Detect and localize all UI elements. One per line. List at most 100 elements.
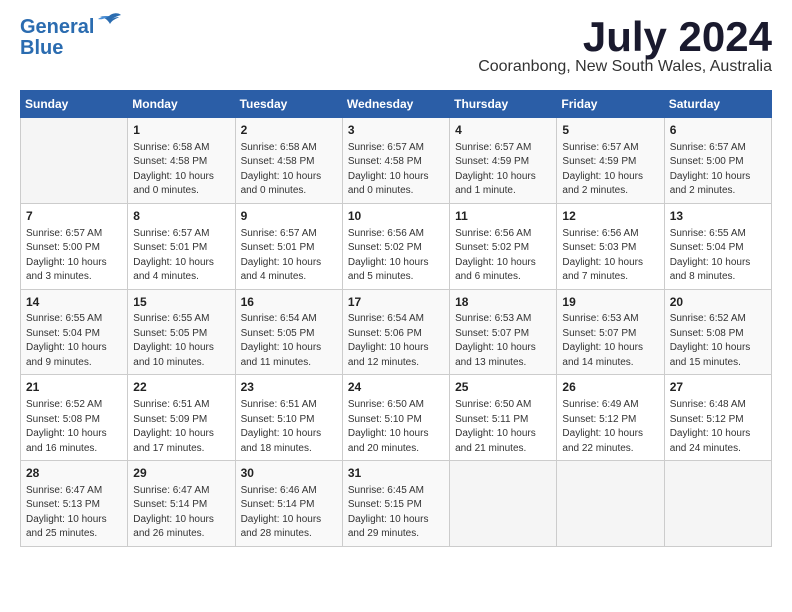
calendar-cell: 24Sunrise: 6:50 AMSunset: 5:10 PMDayligh…: [342, 375, 449, 461]
header-thursday: Thursday: [450, 91, 557, 118]
calendar-cell: [557, 461, 664, 547]
day-number: 11: [455, 208, 551, 225]
calendar-week-3: 14Sunrise: 6:55 AMSunset: 5:04 PMDayligh…: [21, 289, 772, 375]
day-info: Sunrise: 6:45 AMSunset: 5:15 PMDaylight:…: [348, 484, 444, 542]
day-number: 25: [455, 379, 551, 396]
location-title: Cooranbong, New South Wales, Australia: [478, 58, 772, 76]
header-saturday: Saturday: [664, 91, 771, 118]
day-number: 3: [348, 122, 444, 139]
day-number: 20: [670, 294, 766, 311]
day-number: 26: [562, 379, 658, 396]
calendar-table: SundayMondayTuesdayWednesdayThursdayFrid…: [20, 90, 772, 547]
header-monday: Monday: [128, 91, 235, 118]
day-info: Sunrise: 6:50 AMSunset: 5:10 PMDaylight:…: [348, 398, 444, 456]
calendar-cell: 13 Sunrise: 6:55 AMSunset: 5:04 PMDayligh…: [664, 203, 771, 289]
header-sunday: Sunday: [21, 91, 128, 118]
day-info: Sunrise: 6:52 AMSunset: 5:08 PMDaylight:…: [670, 312, 766, 370]
day-info: Sunrise: 6:47 AMSunset: 5:14 PMDaylight:…: [133, 484, 229, 542]
day-info: Sunrise: 6:57 AMSunset: 4:59 PMDaylight:…: [455, 141, 551, 199]
day-number: 19: [562, 294, 658, 311]
day-number: 15: [133, 294, 229, 311]
calendar-cell: 9Sunrise: 6:57 AMSunset: 5:01 PMDaylight…: [235, 203, 342, 289]
day-info: Sunrise: 6:52 AMSunset: 5:08 PMDaylight:…: [26, 398, 122, 456]
calendar-cell: 11 Sunrise: 6:56 AMSunset: 5:02 PMDayligh…: [450, 203, 557, 289]
calendar-cell: 12Sunrise: 6:56 AMSunset: 5:03 PMDayligh…: [557, 203, 664, 289]
day-number: 8: [133, 208, 229, 225]
calendar-cell: 2Sunrise: 6:58 AMSunset: 4:58 PMDaylight…: [235, 118, 342, 204]
calendar-cell: 23 Sunrise: 6:51 AMSunset: 5:10 PMDayligh…: [235, 375, 342, 461]
calendar-cell: 16Sunrise: 6:54 AMSunset: 5:05 PMDayligh…: [235, 289, 342, 375]
calendar-cell: 21 Sunrise: 6:52 AMSunset: 5:08 PMDayligh…: [21, 375, 128, 461]
day-info: Sunrise: 6:55 AMSunset: 5:04 PMDaylight:…: [26, 312, 122, 370]
day-info: Sunrise: 6:57 AMSunset: 4:59 PMDaylight:…: [562, 141, 658, 199]
calendar-cell: 30Sunrise: 6:46 AMSunset: 5:14 PMDayligh…: [235, 461, 342, 547]
calendar-cell: 3 Sunrise: 6:57 AMSunset: 4:58 PMDaylight…: [342, 118, 449, 204]
day-number: 10: [348, 208, 444, 225]
day-info: Sunrise: 6:57 AMSunset: 4:58 PMDaylight:…: [348, 141, 444, 199]
calendar-cell: 20Sunrise: 6:52 AMSunset: 5:08 PMDayligh…: [664, 289, 771, 375]
day-number: 12: [562, 208, 658, 225]
day-number: 13: [670, 208, 766, 225]
day-info: Sunrise: 6:50 AMSunset: 5:11 PMDaylight:…: [455, 398, 551, 456]
logo-bird-icon: [96, 12, 122, 39]
calendar-cell: 7 Sunrise: 6:57 AMSunset: 5:00 PMDaylight…: [21, 203, 128, 289]
calendar-cell: 6Sunrise: 6:57 AMSunset: 5:00 PMDaylight…: [664, 118, 771, 204]
calendar-header: SundayMondayTuesdayWednesdayThursdayFrid…: [21, 91, 772, 118]
day-info: Sunrise: 6:51 AMSunset: 5:10 PMDaylight:…: [241, 398, 337, 456]
day-info: Sunrise: 6:57 AMSunset: 5:00 PMDaylight:…: [26, 227, 122, 285]
day-info: Sunrise: 6:53 AMSunset: 5:07 PMDaylight:…: [455, 312, 551, 370]
day-number: 18: [455, 294, 551, 311]
day-number: 21: [26, 379, 122, 396]
calendar-cell: 25 Sunrise: 6:50 AMSunset: 5:11 PMDayligh…: [450, 375, 557, 461]
day-info: Sunrise: 6:58 AMSunset: 4:58 PMDaylight:…: [133, 141, 229, 199]
calendar-week-4: 21 Sunrise: 6:52 AMSunset: 5:08 PMDayligh…: [21, 375, 772, 461]
day-number: 4: [455, 122, 551, 139]
calendar-week-2: 7 Sunrise: 6:57 AMSunset: 5:00 PMDaylight…: [21, 203, 772, 289]
day-info: Sunrise: 6:51 AMSunset: 5:09 PMDaylight:…: [133, 398, 229, 456]
day-number: 29: [133, 465, 229, 482]
calendar-cell: 29 Sunrise: 6:47 AMSunset: 5:14 PMDayligh…: [128, 461, 235, 547]
day-info: Sunrise: 6:53 AMSunset: 5:07 PMDaylight:…: [562, 312, 658, 370]
header-friday: Friday: [557, 91, 664, 118]
calendar-cell: 5Sunrise: 6:57 AMSunset: 4:59 PMDaylight…: [557, 118, 664, 204]
calendar-week-5: 28 Sunrise: 6:47 AMSunset: 5:13 PMDayligh…: [21, 461, 772, 547]
day-info: Sunrise: 6:58 AMSunset: 4:58 PMDaylight:…: [241, 141, 337, 199]
calendar-cell: [21, 118, 128, 204]
day-number: 16: [241, 294, 337, 311]
day-info: Sunrise: 6:56 AMSunset: 5:02 PMDaylight:…: [455, 227, 551, 285]
logo: General Blue: [20, 16, 122, 60]
calendar-cell: 1 Sunrise: 6:58 AMSunset: 4:58 PMDaylight…: [128, 118, 235, 204]
calendar-cell: 28 Sunrise: 6:47 AMSunset: 5:13 PMDayligh…: [21, 461, 128, 547]
header-wednesday: Wednesday: [342, 91, 449, 118]
month-title: July 2024: [478, 16, 772, 58]
day-info: Sunrise: 6:47 AMSunset: 5:13 PMDaylight:…: [26, 484, 122, 542]
day-info: Sunrise: 6:55 AMSunset: 5:05 PMDaylight:…: [133, 312, 229, 370]
page-header: General Blue July 2024 Cooranbong, New S…: [20, 16, 772, 86]
calendar-cell: [664, 461, 771, 547]
day-number: 1: [133, 122, 229, 139]
title-block: July 2024 Cooranbong, New South Wales, A…: [478, 16, 772, 86]
day-info: Sunrise: 6:56 AMSunset: 5:02 PMDaylight:…: [348, 227, 444, 285]
day-number: 7: [26, 208, 122, 225]
calendar-cell: 31Sunrise: 6:45 AMSunset: 5:15 PMDayligh…: [342, 461, 449, 547]
day-info: Sunrise: 6:55 AMSunset: 5:04 PMDaylight:…: [670, 227, 766, 285]
calendar-cell: 17Sunrise: 6:54 AMSunset: 5:06 PMDayligh…: [342, 289, 449, 375]
calendar-cell: 26 Sunrise: 6:49 AMSunset: 5:12 PMDayligh…: [557, 375, 664, 461]
calendar-cell: 18Sunrise: 6:53 AMSunset: 5:07 PMDayligh…: [450, 289, 557, 375]
day-number: 23: [241, 379, 337, 396]
logo-blue-text: Blue: [20, 37, 63, 59]
calendar-cell: 4 Sunrise: 6:57 AMSunset: 4:59 PMDaylight…: [450, 118, 557, 204]
day-number: 22: [133, 379, 229, 396]
day-info: Sunrise: 6:49 AMSunset: 5:12 PMDaylight:…: [562, 398, 658, 456]
day-number: 27: [670, 379, 766, 396]
calendar-cell: 8 Sunrise: 6:57 AMSunset: 5:01 PMDaylight…: [128, 203, 235, 289]
day-number: 6: [670, 122, 766, 139]
calendar-cell: 27Sunrise: 6:48 AMSunset: 5:12 PMDayligh…: [664, 375, 771, 461]
header-tuesday: Tuesday: [235, 91, 342, 118]
day-number: 28: [26, 465, 122, 482]
calendar-cell: 14Sunrise: 6:55 AMSunset: 5:04 PMDayligh…: [21, 289, 128, 375]
day-number: 17: [348, 294, 444, 311]
day-number: 9: [241, 208, 337, 225]
day-info: Sunrise: 6:46 AMSunset: 5:14 PMDaylight:…: [241, 484, 337, 542]
day-info: Sunrise: 6:57 AMSunset: 5:01 PMDaylight:…: [133, 227, 229, 285]
